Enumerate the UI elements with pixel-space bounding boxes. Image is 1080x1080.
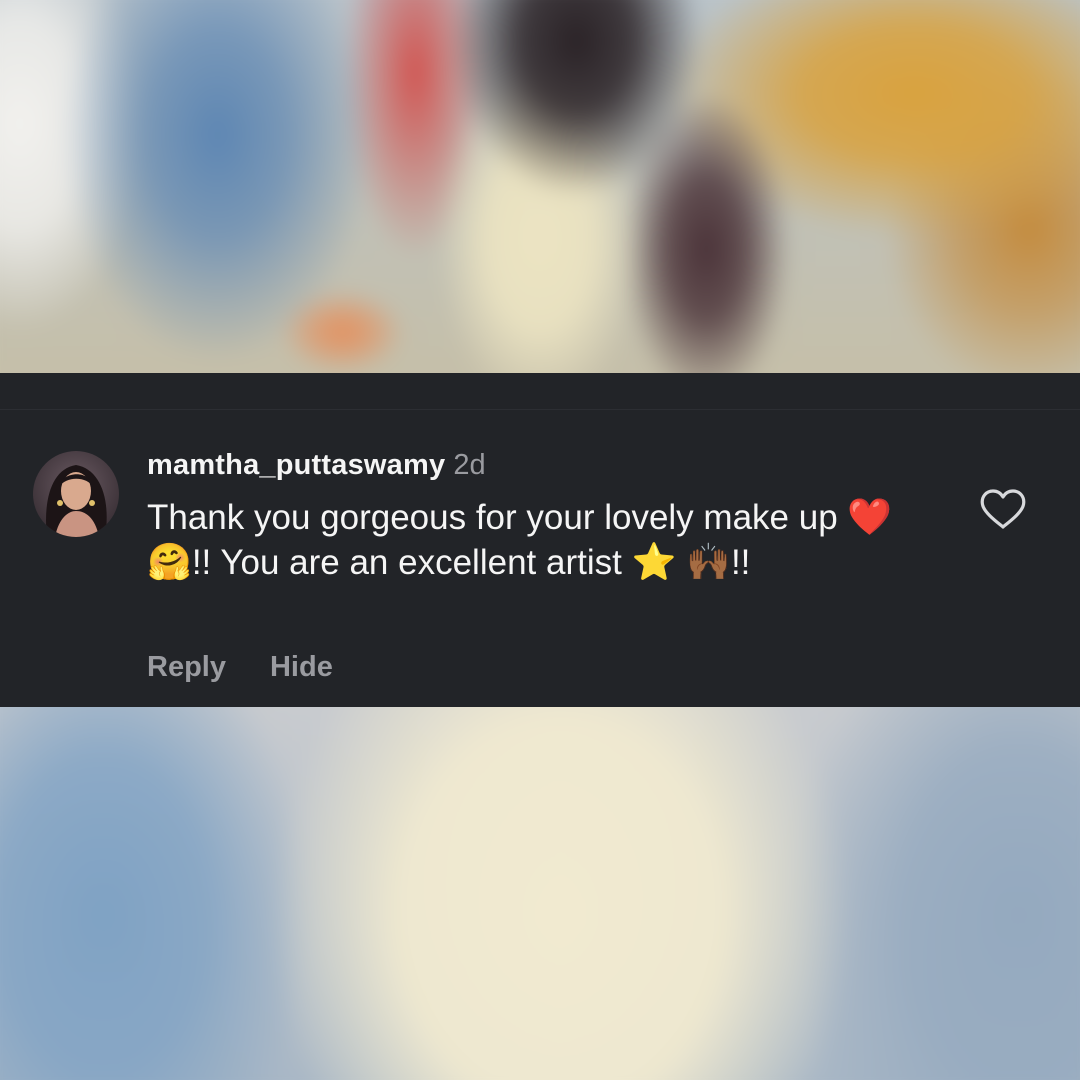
comment-body: Thank you gorgeous for your lovely make … xyxy=(147,495,907,585)
hugging-face-emoji-icon: 🤗 xyxy=(147,541,192,582)
raised-hands-emoji-icon: 🙌🏾 xyxy=(686,541,731,582)
panel-divider xyxy=(0,409,1080,410)
comment-panel: mamtha_puttaswamy 2d Thank you gorgeous f… xyxy=(0,373,1080,707)
reply-button[interactable]: Reply xyxy=(147,651,226,684)
comment-text-line2-start: up xyxy=(798,498,848,537)
avatar[interactable] xyxy=(33,451,119,537)
star-emoji-icon: ⭐ xyxy=(631,541,677,582)
like-comment-button[interactable] xyxy=(978,487,1028,531)
post-screenshot: mamtha_puttaswamy 2d Thank you gorgeous f… xyxy=(0,0,1080,1080)
comment-text-line1: Thank you gorgeous for your lovely make xyxy=(147,498,789,537)
red-heart-emoji-icon: ❤️ xyxy=(847,496,893,537)
comment-timestamp: 2d xyxy=(453,449,486,481)
comment-header: mamtha_puttaswamy 2d xyxy=(147,449,486,483)
comment-text-line3-end: !! xyxy=(730,543,751,582)
comment-actions: Reply Hide xyxy=(147,651,333,684)
hide-button[interactable]: Hide xyxy=(270,651,333,684)
heart-outline-icon xyxy=(980,489,1026,529)
comment-text-line2-end: !! You are an excellent artist xyxy=(191,543,632,582)
username[interactable]: mamtha_puttaswamy xyxy=(147,449,445,481)
